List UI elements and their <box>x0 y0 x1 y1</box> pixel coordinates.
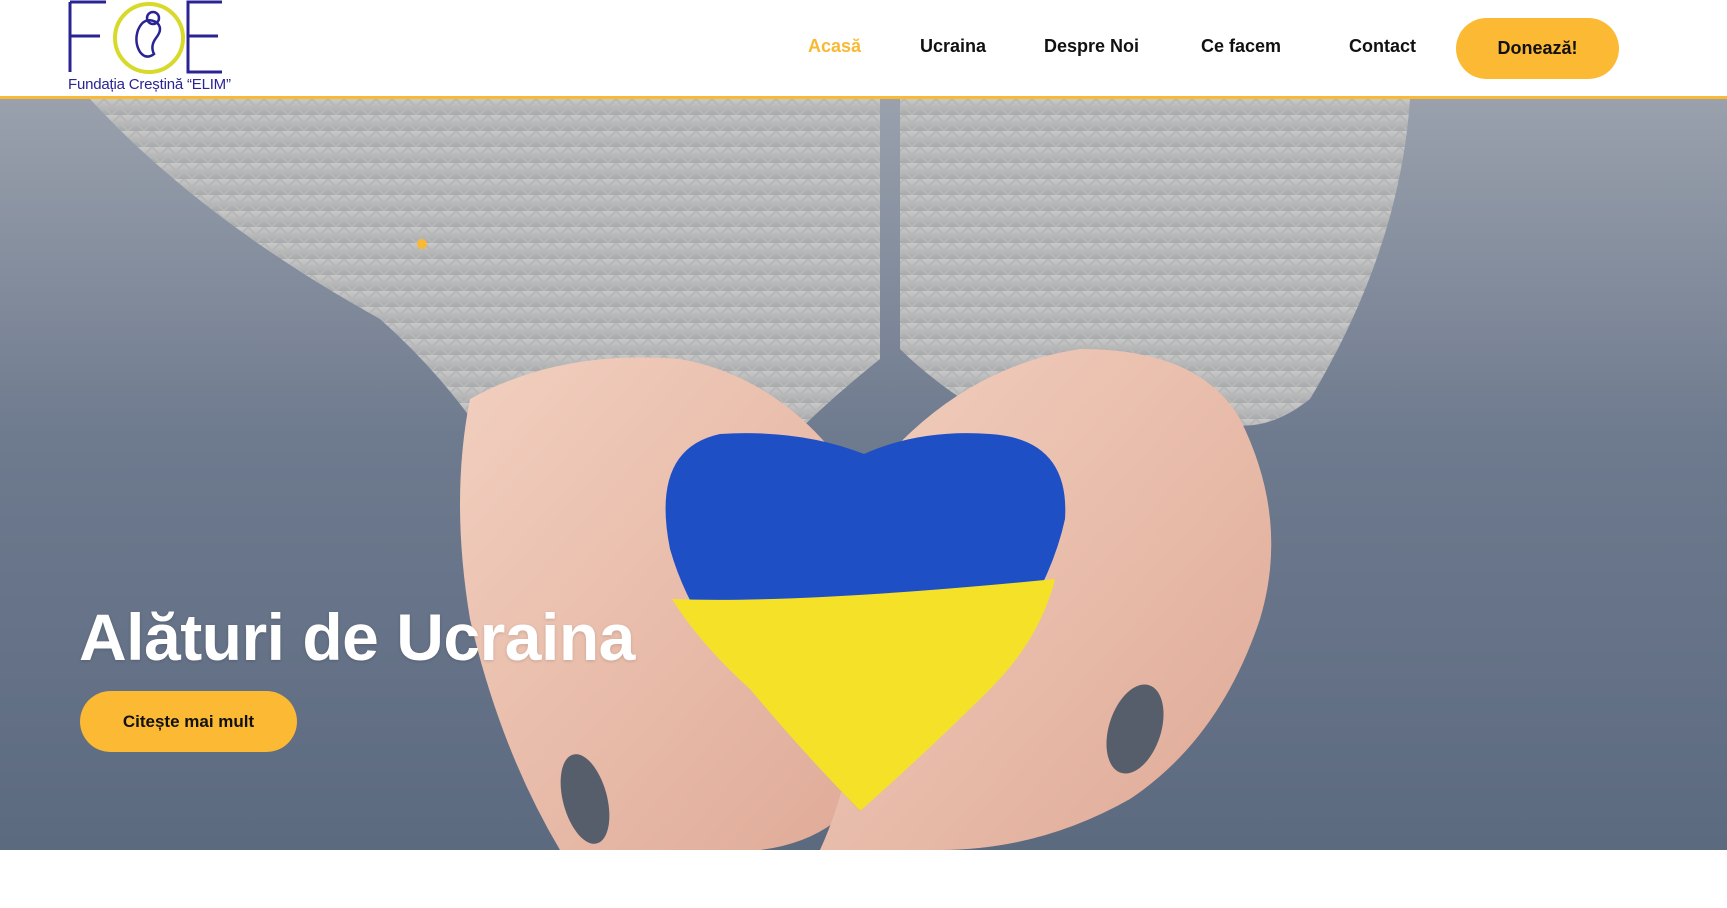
nav-item-contact[interactable]: Contact <box>1349 36 1416 57</box>
main-nav: Acasă Ucraina Despre Noi Ce facem Contac… <box>0 0 1727 96</box>
hero-title: Alături de Ucraina <box>79 600 635 674</box>
nav-item-ce-facem[interactable]: Ce facem <box>1201 36 1281 57</box>
donate-button[interactable]: Donează! <box>1456 18 1619 79</box>
site-header: Fundația Creștină “ELIM” Acasă Ucraina D… <box>0 0 1727 99</box>
read-more-button[interactable]: Citește mai mult <box>80 691 297 752</box>
nav-item-despre-noi[interactable]: Despre Noi <box>1044 36 1139 57</box>
hero-banner: Alături de Ucraina Citește mai mult <box>0 99 1727 850</box>
slider-indicator-dot[interactable] <box>417 239 427 249</box>
nav-item-acasa[interactable]: Acasă <box>808 36 861 57</box>
nav-item-ucraina[interactable]: Ucraina <box>920 36 986 57</box>
